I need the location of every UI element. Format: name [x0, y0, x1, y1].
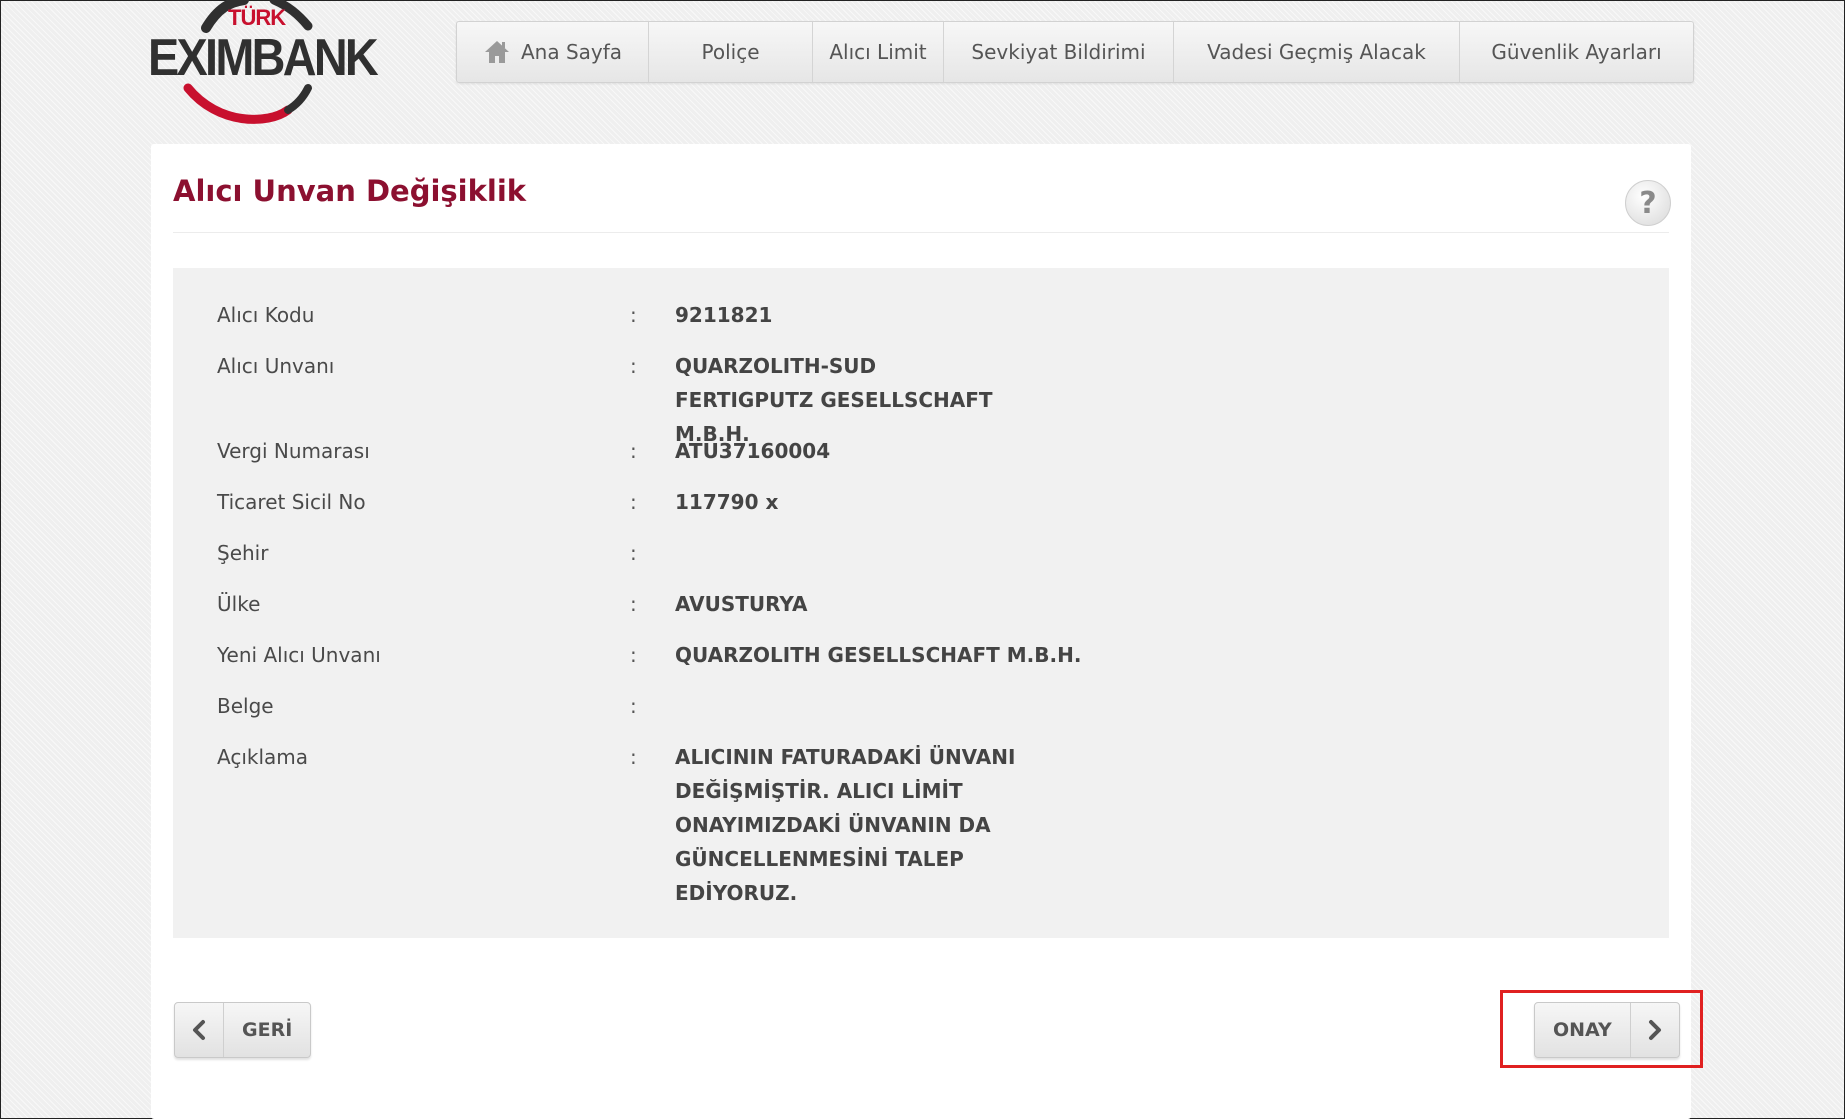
back-button[interactable]: GERİ — [174, 1002, 312, 1058]
back-button-label: GERİ — [242, 1019, 293, 1041]
field-label: Alıcı Unvanı — [217, 354, 335, 378]
field-value: 117790 x — [675, 490, 779, 514]
field-label: Ülke — [217, 592, 261, 616]
field-label: Şehir — [217, 541, 269, 565]
nav-item-guvenlik-ayarlari[interactable]: Güvenlik Ayarları — [1460, 22, 1693, 82]
detail-box: Alıcı Kodu : 9211821 Alıcı Unvanı : QUAR… — [173, 268, 1669, 938]
field-colon: : — [630, 439, 637, 463]
field-colon: : — [630, 541, 637, 565]
nav-label: Ana Sayfa — [520, 40, 623, 64]
nav-label: Alıcı Limit — [829, 40, 927, 64]
chevron-left-icon — [175, 1003, 224, 1057]
nav-item-sevkiyat-bildirimi[interactable]: Sevkiyat Bildirimi — [944, 22, 1174, 82]
confirm-highlight-box — [1500, 990, 1703, 1068]
main-nav: Ana Sayfa Poliçe Alıcı Limit Sevkiyat Bi… — [456, 21, 1694, 83]
field-colon: : — [630, 694, 637, 718]
page-title: Alıcı Unvan Değişiklik — [173, 174, 527, 208]
field-value: ATU37160004 — [675, 439, 831, 463]
field-colon: : — [630, 354, 637, 378]
field-value: AVUSTURYA — [675, 592, 808, 616]
logo-brand-text: EXIMBANK — [148, 29, 379, 87]
field-colon: : — [630, 745, 637, 769]
field-label: Ticaret Sicil No — [217, 490, 366, 514]
content-panel: Alıcı Unvan Değişiklik ? Alıcı Kodu : 92… — [151, 144, 1691, 1119]
field-label: Vergi Numarası — [217, 439, 370, 463]
eximbank-logo[interactable]: TÜRK EXIMBANK — [148, 0, 379, 125]
nav-label: Güvenlik Ayarları — [1491, 40, 1662, 64]
field-colon: : — [630, 592, 637, 616]
field-colon: : — [630, 303, 637, 327]
nav-item-police[interactable]: Poliçe — [649, 22, 813, 82]
help-icon[interactable]: ? — [1625, 180, 1671, 226]
title-divider — [173, 232, 1669, 233]
logo-turk-text: TÜRK — [228, 5, 286, 30]
field-colon: : — [630, 490, 637, 514]
nav-label: Poliçe — [701, 40, 760, 64]
nav-item-alici-limit[interactable]: Alıcı Limit — [813, 22, 944, 82]
field-label: Belge — [217, 694, 274, 718]
field-value: 9211821 — [675, 303, 773, 327]
field-label: Yeni Alıcı Unvanı — [217, 643, 381, 667]
nav-label: Vadesi Geçmiş Alacak — [1207, 40, 1426, 64]
field-colon: : — [630, 643, 637, 667]
nav-label: Sevkiyat Bildirimi — [971, 40, 1146, 64]
field-value: ALICININ FATURADAKİ ÜNVANI DEĞİŞMİŞTİR. … — [675, 745, 1016, 905]
home-icon — [484, 41, 509, 63]
field-label: Alıcı Kodu — [217, 303, 315, 327]
field-value: QUARZOLITH GESELLSCHAFT M.B.H. — [675, 643, 1082, 667]
nav-item-ana-sayfa[interactable]: Ana Sayfa — [457, 22, 649, 82]
nav-item-vadesi-gecmis-alacak[interactable]: Vadesi Geçmiş Alacak — [1174, 22, 1460, 82]
field-label: Açıklama — [217, 745, 309, 769]
